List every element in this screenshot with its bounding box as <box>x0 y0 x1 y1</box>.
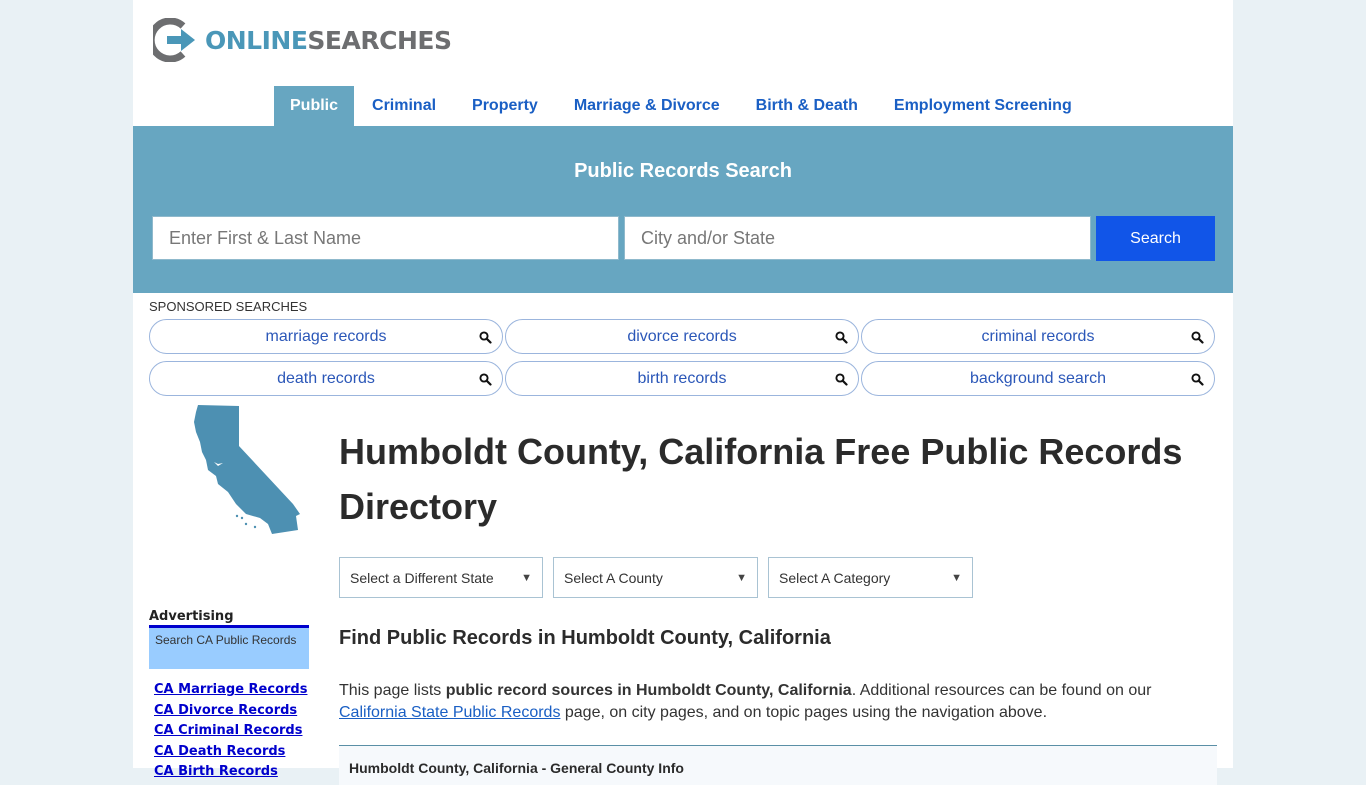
search-ca-public-records-box[interactable]: Search CA Public Records <box>149 625 309 669</box>
sponsored-search-birth-records[interactable]: birth records <box>505 361 859 396</box>
chevron-down-icon: ▼ <box>736 571 747 584</box>
nav-marriage-divorce[interactable]: Marriage & Divorce <box>556 86 738 126</box>
sidebar-links: CA Marriage Records CA Divorce Records C… <box>154 680 307 783</box>
category-select-value: Select A Category <box>779 569 891 586</box>
nav-property[interactable]: Property <box>454 86 556 126</box>
logo-power-arrow-icon <box>153 18 195 62</box>
category-select[interactable]: Select A Category ▼ <box>768 557 973 598</box>
search-icon <box>479 373 492 386</box>
sponsored-search-label: divorce records <box>627 327 737 345</box>
county-select-value: Select A County <box>564 569 663 586</box>
sidebar-link-ca-death-records[interactable]: CA Death Records <box>154 742 307 763</box>
sponsored-searches-label: SPONSORED SEARCHES <box>149 299 308 314</box>
intro-bold-text: public record sources in Humboldt County… <box>445 682 852 699</box>
nav-employment-screening[interactable]: Employment Screening <box>876 86 1090 126</box>
advertising-label: Advertising <box>149 609 234 624</box>
search-icon <box>479 331 492 344</box>
nav-birth-death[interactable]: Birth & Death <box>738 86 876 126</box>
search-button[interactable]: Search <box>1096 216 1215 261</box>
intro-text-2: . Additional resources can be found on o… <box>851 682 1152 699</box>
section-heading: Find Public Records in Humboldt County, … <box>339 627 831 649</box>
sponsored-search-marriage-records[interactable]: marriage records <box>149 319 503 354</box>
state-select-value: Select a Different State <box>350 569 494 586</box>
california-map-icon <box>194 405 300 534</box>
intro-paragraph: This page lists public record sources in… <box>339 680 1219 724</box>
name-input[interactable] <box>152 216 619 260</box>
filter-selects: Select a Different State ▼ Select A Coun… <box>339 557 973 598</box>
logo-text-online: ONLINE <box>205 25 308 55</box>
site-logo[interactable]: ONLINESEARCHES <box>153 18 452 62</box>
logo-text-searches: SEARCHES <box>307 25 452 55</box>
sponsored-search-label: death records <box>277 369 375 387</box>
sidebar-link-ca-birth-records[interactable]: CA Birth Records <box>154 762 307 783</box>
search-icon <box>835 373 848 386</box>
sponsored-search-label: marriage records <box>265 327 387 345</box>
nav-criminal[interactable]: Criminal <box>354 86 454 126</box>
sponsored-search-label: birth records <box>637 369 727 387</box>
county-select[interactable]: Select A County ▼ <box>553 557 758 598</box>
sponsored-search-death-records[interactable]: death records <box>149 361 503 396</box>
info-box-title: Humboldt County, California - General Co… <box>349 760 684 776</box>
intro-text-1: This page lists <box>339 682 446 699</box>
intro-text-3: page, on city pages, and on topic pages … <box>560 704 1048 721</box>
search-icon <box>1191 373 1204 386</box>
search-icon <box>835 331 848 344</box>
sidebar-link-ca-divorce-records[interactable]: CA Divorce Records <box>154 701 307 722</box>
page-title: Humboldt County, California Free Public … <box>339 431 1183 527</box>
sidebar-link-ca-marriage-records[interactable]: CA Marriage Records <box>154 680 307 701</box>
nav-public[interactable]: Public <box>274 86 355 126</box>
sponsored-search-label: background search <box>969 369 1107 387</box>
page-container: ONLINESEARCHES Public Criminal Property … <box>133 0 1233 785</box>
search-icon <box>1191 331 1204 344</box>
california-state-public-records-link[interactable]: California State Public Records <box>339 704 560 721</box>
sidebar-link-ca-criminal-records[interactable]: CA Criminal Records <box>154 721 307 742</box>
sponsored-search-criminal-records[interactable]: criminal records <box>861 319 1215 354</box>
chevron-down-icon: ▼ <box>951 571 962 584</box>
state-select[interactable]: Select a Different State ▼ <box>339 557 543 598</box>
logo-text: ONLINESEARCHES <box>205 25 452 55</box>
search-banner-title: Public Records Search <box>574 160 792 182</box>
general-county-info-box: Humboldt County, California - General Co… <box>339 745 1217 785</box>
chevron-down-icon: ▼ <box>521 571 532 584</box>
sponsored-search-divorce-records[interactable]: divorce records <box>505 319 859 354</box>
location-input[interactable] <box>624 216 1091 260</box>
main-nav: Public Criminal Property Marriage & Divo… <box>274 86 1090 126</box>
sponsored-searches-grid: marriage records divorce records crimina… <box>149 319 1215 396</box>
sponsored-search-label: criminal records <box>981 327 1095 345</box>
search-banner: Public Records Search Search <box>133 126 1233 293</box>
sponsored-search-background-search[interactable]: background search <box>861 361 1215 396</box>
